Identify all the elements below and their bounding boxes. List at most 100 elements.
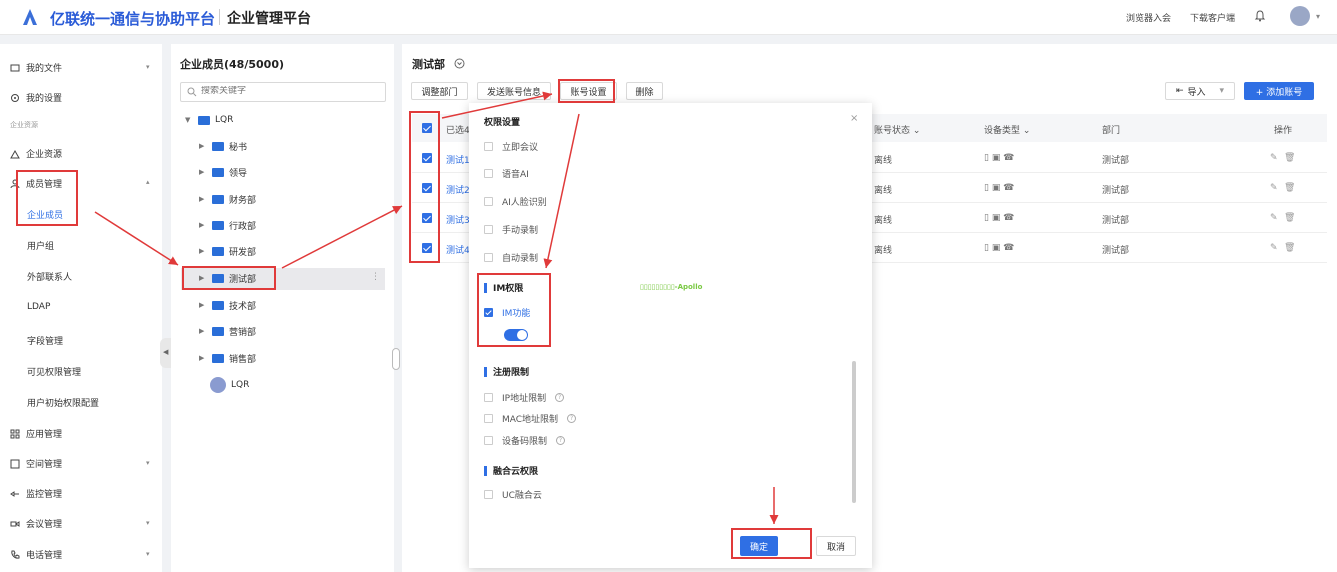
- caret-right-icon[interactable]: ▶: [199, 142, 207, 150]
- help-icon[interactable]: ?: [555, 393, 565, 402]
- chevron-down-icon[interactable]: ▾: [146, 459, 150, 467]
- perm-auto-record[interactable]: 自动录制: [484, 251, 538, 264]
- caret-right-icon[interactable]: ▶: [199, 354, 207, 362]
- tree-node-test[interactable]: ▶ 测试部: [199, 268, 256, 288]
- tree-node-secretary[interactable]: ▶ 秘书: [199, 136, 247, 156]
- chevron-up-icon[interactable]: ▴: [146, 178, 150, 186]
- sidebar-item-visibility[interactable]: 可见权限管理: [27, 365, 81, 378]
- row-checkbox[interactable]: [422, 243, 432, 253]
- checkbox[interactable]: [484, 142, 493, 151]
- sidebar-item-monitor[interactable]: 监控管理: [10, 487, 62, 500]
- sidebar-item-my-settings[interactable]: 我的设置: [10, 91, 62, 104]
- send-account-info-button[interactable]: 发送账号信息: [477, 82, 551, 100]
- more-icon[interactable]: ⋮: [371, 272, 380, 282]
- sidebar-item-apps[interactable]: 应用管理: [10, 427, 62, 440]
- search-box[interactable]: [180, 82, 386, 102]
- tree-node-admin[interactable]: ▶ 行政部: [199, 215, 256, 235]
- sidebar-item-space[interactable]: 空间管理: [10, 457, 62, 470]
- sidebar-item-user-groups[interactable]: 用户组: [27, 239, 54, 252]
- caret-right-icon[interactable]: ▶: [199, 247, 207, 255]
- perm-manual-record[interactable]: 手动录制: [484, 223, 538, 236]
- tree-node-tech[interactable]: ▶ 技术部: [199, 295, 256, 315]
- sidebar-item-field-mgmt[interactable]: 字段管理: [27, 334, 63, 347]
- im-toggle[interactable]: [504, 329, 528, 341]
- trash-icon[interactable]: 🗑: [1284, 243, 1295, 253]
- sidebar-item-phone[interactable]: 电话管理: [10, 548, 62, 561]
- edit-icon[interactable]: ✎: [1270, 213, 1278, 223]
- trash-icon[interactable]: 🗑: [1284, 153, 1295, 163]
- panel-resize-handle[interactable]: [392, 348, 400, 370]
- browser-join-link[interactable]: 浏览器入会: [1126, 11, 1171, 24]
- sidebar-item-member-mgmt[interactable]: 成员管理: [10, 177, 62, 190]
- tree-node-sales[interactable]: ▶ 销售部: [199, 348, 256, 368]
- caret-right-icon[interactable]: ▶: [199, 221, 207, 229]
- chevron-down-icon[interactable]: ▾: [1316, 12, 1320, 21]
- sidebar-item-my-files[interactable]: 我的文件: [10, 61, 62, 74]
- row-checkbox[interactable]: [422, 153, 432, 163]
- edit-icon[interactable]: ✎: [1270, 183, 1278, 193]
- chevron-down-icon[interactable]: ▾: [146, 519, 150, 527]
- adjust-dept-button[interactable]: 调整部门: [411, 82, 468, 100]
- perm-uc-cloud[interactable]: UC融合云: [484, 488, 542, 501]
- checkbox[interactable]: [484, 253, 493, 262]
- row-name[interactable]: 测试3: [446, 213, 470, 226]
- checkbox[interactable]: [484, 225, 493, 234]
- row-checkbox[interactable]: [422, 213, 432, 223]
- avatar[interactable]: [1290, 6, 1310, 26]
- tree-user[interactable]: LQR: [210, 375, 249, 395]
- chevron-down-circle-icon[interactable]: [454, 58, 465, 69]
- tree-node-marketing[interactable]: ▶ 营销部: [199, 321, 256, 341]
- checkbox[interactable]: [484, 197, 493, 206]
- checkbox[interactable]: [484, 414, 493, 423]
- checkbox[interactable]: [484, 169, 493, 178]
- chevron-down-icon[interactable]: ▾: [146, 63, 150, 71]
- close-icon[interactable]: ×: [850, 113, 858, 124]
- confirm-button[interactable]: 确定: [740, 536, 778, 556]
- row-name[interactable]: 测试1: [446, 153, 470, 166]
- select-all-checkbox[interactable]: [422, 123, 432, 133]
- sidebar-item-ldap[interactable]: LDAP: [27, 302, 50, 312]
- help-icon[interactable]: ?: [556, 436, 566, 445]
- perm-mac-limit[interactable]: MAC地址限制?: [484, 412, 577, 425]
- import-button[interactable]: ⇤ 导入 ▾: [1165, 82, 1235, 100]
- sidebar-item-resources[interactable]: 企业资源: [10, 147, 62, 160]
- edit-icon[interactable]: ✎: [1270, 153, 1278, 163]
- perm-voice-ai[interactable]: 语音AI: [484, 167, 529, 180]
- cancel-button[interactable]: 取消: [816, 536, 856, 556]
- row-name[interactable]: 测试2: [446, 183, 470, 196]
- row-name[interactable]: 测试4: [446, 243, 470, 256]
- scrollbar[interactable]: [852, 361, 856, 503]
- download-client-link[interactable]: 下载客户端: [1190, 11, 1235, 24]
- row-checkbox[interactable]: [422, 183, 432, 193]
- sidebar-item-initial-perms[interactable]: 用户初始权限配置: [27, 396, 99, 409]
- edit-icon[interactable]: ✎: [1270, 243, 1278, 253]
- caret-right-icon[interactable]: ▶: [199, 327, 207, 335]
- tree-node-finance[interactable]: ▶ 财务部: [199, 189, 256, 209]
- search-input[interactable]: [201, 86, 381, 96]
- delete-button[interactable]: 删除: [626, 82, 663, 100]
- checkbox[interactable]: [484, 393, 493, 402]
- caret-right-icon[interactable]: ▶: [199, 168, 207, 176]
- help-icon[interactable]: ?: [567, 414, 577, 423]
- sidebar-item-enterprise-members[interactable]: 企业成员: [27, 208, 63, 221]
- perm-im-feature[interactable]: IM功能: [484, 306, 530, 319]
- caret-down-icon[interactable]: ▼: [185, 116, 193, 124]
- tree-node-leaders[interactable]: ▶ 领导: [199, 162, 247, 182]
- perm-face-recognition[interactable]: AI人脸识别: [484, 195, 547, 208]
- checkbox-checked[interactable]: [484, 308, 493, 317]
- trash-icon[interactable]: 🗑: [1284, 213, 1295, 223]
- account-settings-button[interactable]: 账号设置: [560, 82, 617, 100]
- add-account-button[interactable]: + 添加账号: [1244, 82, 1314, 100]
- checkbox[interactable]: [484, 436, 493, 445]
- caret-right-icon[interactable]: ▶: [199, 301, 207, 309]
- sidebar-item-meeting[interactable]: 会议管理: [10, 517, 62, 530]
- tree-node-root[interactable]: ▼ LQR: [185, 110, 233, 130]
- perm-device-code-limit[interactable]: 设备码限制?: [484, 434, 566, 447]
- tree-node-rd[interactable]: ▶ 研发部: [199, 241, 256, 261]
- perm-instant-meeting[interactable]: 立即会议: [484, 140, 538, 153]
- bell-icon[interactable]: [1254, 10, 1266, 22]
- perm-ip-limit[interactable]: IP地址限制?: [484, 391, 565, 404]
- col-device[interactable]: 设备类型 ⌄: [984, 123, 1030, 136]
- caret-right-icon[interactable]: ▶: [199, 195, 207, 203]
- trash-icon[interactable]: 🗑: [1284, 183, 1295, 193]
